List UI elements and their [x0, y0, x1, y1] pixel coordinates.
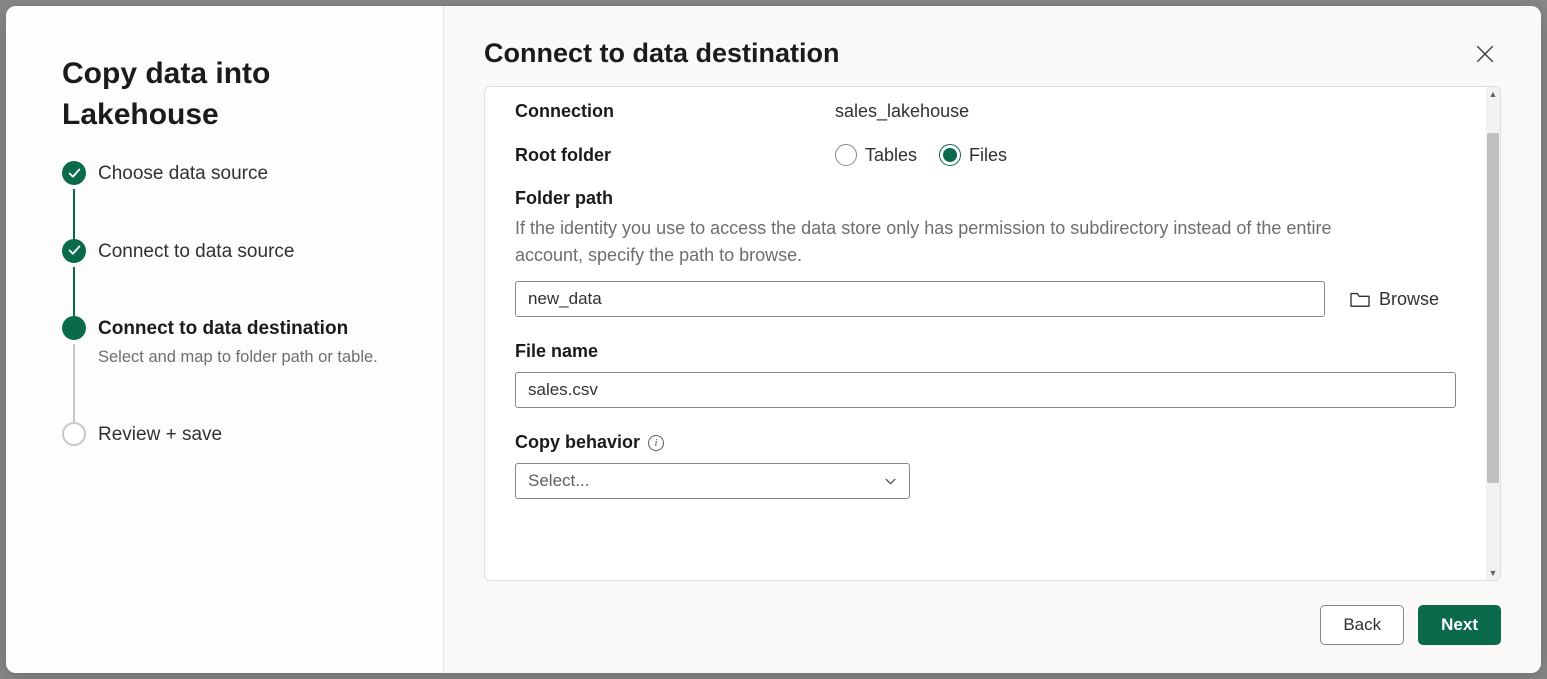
connection-row: Connection sales_lakehouse [515, 101, 1456, 122]
connection-value: sales_lakehouse [835, 101, 969, 122]
scroll-down-icon[interactable]: ▼ [1486, 566, 1500, 580]
form-card: Connection sales_lakehouse Root folder T… [484, 86, 1501, 581]
radio-label: Files [969, 145, 1007, 166]
radio-label: Tables [865, 145, 917, 166]
root-folder-label: Root folder [515, 145, 835, 166]
step-label: Connect to data destination [98, 316, 399, 342]
step-label: Choose data source [98, 161, 399, 187]
close-button[interactable] [1469, 38, 1501, 70]
step-label: Connect to data source [98, 239, 399, 265]
main-header: Connect to data destination [444, 6, 1541, 86]
copy-behavior-section: Copy behavior i Select... [515, 432, 1456, 499]
step-review-save[interactable]: Review + save [62, 422, 399, 470]
step-connect-data-source[interactable]: Connect to data source [62, 239, 399, 317]
wizard-modal: Copy data into Lakehouse Choose data sou… [6, 6, 1541, 673]
browse-label: Browse [1379, 289, 1439, 310]
connection-label: Connection [515, 101, 835, 122]
page-title: Connect to data destination [484, 38, 840, 69]
radio-tables[interactable]: Tables [835, 144, 917, 166]
step-sublabel: Select and map to folder path or table. [98, 346, 399, 370]
copy-behavior-select[interactable]: Select... [515, 463, 910, 499]
file-name-label: File name [515, 341, 1456, 362]
folder-path-label: Folder path [515, 188, 1456, 209]
wizard-steps: Choose data source Connect to data sourc… [62, 161, 399, 470]
step-connector [73, 189, 75, 243]
folder-path-section: Folder path If the identity you use to a… [515, 188, 1456, 317]
info-icon[interactable]: i [648, 435, 664, 451]
copy-behavior-label: Copy behavior [515, 432, 640, 453]
step-connector [73, 267, 75, 321]
wizard-title: Copy data into Lakehouse [62, 54, 399, 135]
step-choose-data-source[interactable]: Choose data source [62, 161, 399, 239]
current-step-icon [62, 316, 86, 340]
scroll-up-icon[interactable]: ▲ [1486, 87, 1500, 101]
root-folder-radio-group: Tables Files [835, 144, 1007, 166]
scrollbar[interactable]: ▲ ▼ [1486, 87, 1500, 580]
wizard-sidebar: Copy data into Lakehouse Choose data sou… [6, 6, 444, 673]
scrollbar-thumb[interactable] [1487, 133, 1499, 483]
step-connect-data-destination[interactable]: Connect to data destination Select and m… [62, 316, 399, 422]
step-connector [73, 344, 75, 426]
checkmark-icon [62, 239, 86, 263]
chevron-down-icon [884, 475, 897, 488]
folder-path-hint: If the identity you use to access the da… [515, 215, 1335, 269]
pending-step-icon [62, 422, 86, 446]
back-button[interactable]: Back [1320, 605, 1404, 645]
radio-files[interactable]: Files [939, 144, 1007, 166]
browse-button[interactable]: Browse [1349, 289, 1439, 310]
step-label: Review + save [98, 422, 399, 448]
file-name-input[interactable] [515, 372, 1456, 408]
form-scroll-area[interactable]: Connection sales_lakehouse Root folder T… [485, 87, 1486, 580]
select-placeholder: Select... [528, 471, 589, 491]
radio-icon [835, 144, 857, 166]
checkmark-icon [62, 161, 86, 185]
main-panel: Connect to data destination Connection s… [444, 6, 1541, 673]
folder-path-input[interactable] [515, 281, 1325, 317]
radio-icon [939, 144, 961, 166]
wizard-footer: Back Next [444, 581, 1541, 673]
folder-icon [1349, 290, 1371, 308]
root-folder-row: Root folder Tables Files [515, 144, 1456, 166]
file-name-section: File name [515, 341, 1456, 408]
close-icon [1474, 43, 1496, 65]
next-button[interactable]: Next [1418, 605, 1501, 645]
